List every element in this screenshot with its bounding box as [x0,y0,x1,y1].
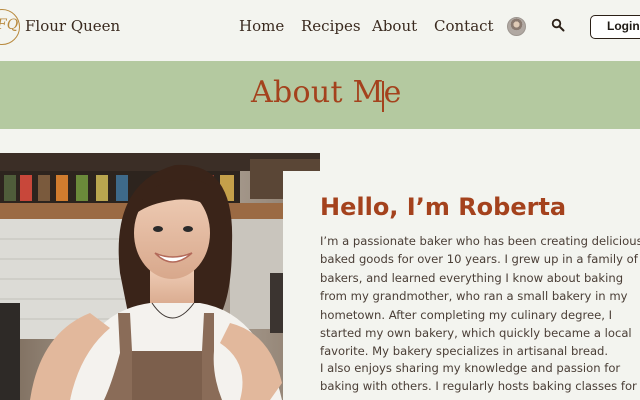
about-paragraph-2: I also enjoys sharing my knowledge and p… [320,361,637,400]
nav-recipes-link[interactable]: Recipes [301,17,361,35]
text-caret [382,81,384,112]
greeting-heading: Hello, I’m Roberta [320,193,567,221]
user-avatar[interactable] [507,17,526,36]
logo-icon[interactable]: FQ [0,9,20,45]
nav-home-link[interactable]: Home [239,17,284,35]
logo-mark-text: FQ [0,17,19,33]
baker-photo [0,153,320,400]
brand-name[interactable]: Flour Queen [25,17,120,35]
site-header: FQ Flour Queen Home Recipes About Contac… [0,0,640,60]
page-title: About Me [251,75,402,110]
nav-about-link[interactable]: About [372,17,417,35]
about-paragraph-1: I’m a passionate baker who has been crea… [320,234,640,359]
nav-contact-link[interactable]: Contact [434,17,494,35]
about-card: Hello, I’m Roberta I’m a passionate bake… [283,171,640,400]
search-icon[interactable] [551,18,565,32]
login-button[interactable]: Login [590,15,640,39]
page-banner: About Me [0,61,640,129]
